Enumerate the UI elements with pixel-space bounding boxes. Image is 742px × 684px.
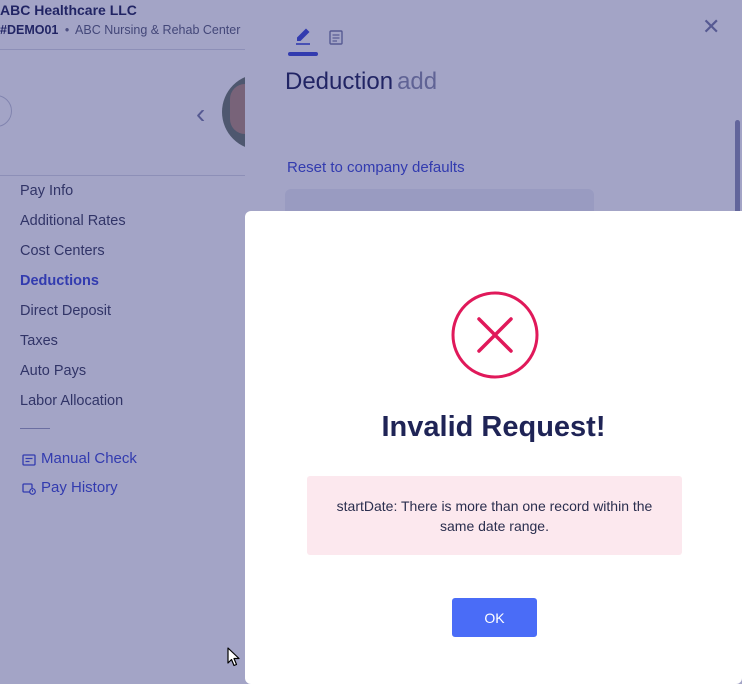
error-x-icon: [451, 291, 539, 379]
ok-button[interactable]: OK: [452, 598, 537, 637]
mouse-cursor-icon: [227, 647, 241, 667]
error-message: startDate: There is more than one record…: [307, 476, 682, 555]
error-dialog: Invalid Request! startDate: There is mor…: [245, 211, 742, 684]
dialog-title: Invalid Request!: [381, 411, 606, 443]
